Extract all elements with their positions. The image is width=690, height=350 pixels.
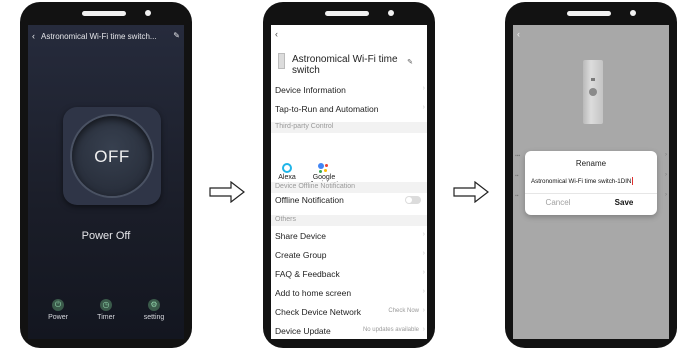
bottom-nav: ⏻ Power ◷ Timer ⚙ setting xyxy=(28,299,184,329)
product-led xyxy=(591,78,595,81)
update-status-value: No updates available xyxy=(362,327,419,333)
menu-label: FAQ & Feedback xyxy=(275,269,340,279)
menu-check-network[interactable]: Check Device Network Check Now › xyxy=(271,303,427,321)
settings-screen: ‹ Astronomical Wi-Fi time switch ✎ Devic… xyxy=(271,25,427,339)
google-assistant-icon xyxy=(318,163,330,173)
chevron-right-icon: › xyxy=(422,85,425,92)
menu-label: Add to home screen xyxy=(275,288,352,298)
chevron-right-icon: › xyxy=(422,307,425,314)
power-icon: ⏻ xyxy=(52,299,64,311)
phone-1-power-screen: ‹ Astronomical Wi-Fi time switch... ✎ OF… xyxy=(20,2,192,348)
menu-label: Create Group xyxy=(275,250,327,260)
menu-add-home-screen[interactable]: Add to home screen › xyxy=(271,284,427,302)
dimmed-row: ▪▪▪ xyxy=(515,153,521,159)
nav-power-label: Power xyxy=(48,314,68,321)
chevron-right-icon: › xyxy=(422,288,425,295)
alexa-label: Alexa xyxy=(278,174,296,181)
section-label: Third-party Control xyxy=(275,123,334,130)
product-image xyxy=(583,60,603,124)
menu-label: Device Update xyxy=(275,326,331,336)
offline-notification-toggle[interactable] xyxy=(405,196,421,204)
device-name: Astronomical Wi-Fi time switch xyxy=(292,54,398,76)
nav-setting[interactable]: ⚙ setting xyxy=(129,299,179,321)
pencil-icon[interactable]: ✎ xyxy=(407,58,413,66)
product-knob xyxy=(589,88,597,96)
rename-screen: ‹ ▪▪▪ › ▪▪ › ▪▪ › Rename Astronomical Wi… xyxy=(513,25,669,339)
rename-input-value: Astronomical Wi-Fi time switch-1DIN xyxy=(531,178,632,185)
nav-timer-label: Timer xyxy=(97,314,115,321)
offline-notification-row: Offline Notification xyxy=(271,191,427,209)
front-camera xyxy=(145,10,151,16)
power-tile: OFF xyxy=(63,107,161,205)
chevron-right-icon: › xyxy=(422,326,425,333)
pencil-icon[interactable]: ✎ xyxy=(173,31,180,40)
speaker-grille xyxy=(325,11,369,16)
arrow-right-icon xyxy=(209,181,245,203)
section-label: Others xyxy=(275,216,297,223)
menu-label: Device Information xyxy=(275,85,346,95)
section-label: Device Offline Notification xyxy=(275,183,356,190)
menu-label: Offline Notification xyxy=(275,195,344,205)
chevron-right-icon: › xyxy=(422,104,425,111)
front-camera xyxy=(388,10,394,16)
power-toggle-button[interactable]: OFF xyxy=(72,116,152,196)
chevron-right-icon: › xyxy=(422,231,425,238)
chevron-right-icon: › xyxy=(422,250,425,257)
nav-setting-label: setting xyxy=(143,314,165,321)
dialog-title: Rename xyxy=(575,159,607,168)
dimmed-row: ▪▪ xyxy=(515,193,519,199)
cancel-button[interactable]: Cancel xyxy=(525,198,591,207)
nav-timer[interactable]: ◷ Timer xyxy=(81,299,131,321)
menu-faq[interactable]: FAQ & Feedback › xyxy=(271,265,427,283)
chevron-left-icon[interactable]: ‹ xyxy=(275,29,278,39)
menu-device-information[interactable]: Device Information › xyxy=(271,81,427,99)
menu-share-device[interactable]: Share Device › xyxy=(271,227,427,245)
chevron-right-icon: › xyxy=(422,269,425,276)
device-name-row[interactable]: Astronomical Wi-Fi time switch ✎ xyxy=(275,47,423,77)
speaker-grille xyxy=(82,11,126,16)
power-screen: ‹ Astronomical Wi-Fi time switch... ✎ OF… xyxy=(28,25,184,339)
settings-icon: ⚙ xyxy=(148,299,160,311)
check-now-value: Check Now xyxy=(388,308,419,314)
section-third-party: Third-party Control xyxy=(271,122,427,133)
menu-create-group[interactable]: Create Group › xyxy=(271,246,427,264)
menu-label: Tap-to-Run and Automation xyxy=(275,104,379,114)
section-others: Others xyxy=(271,215,427,226)
chevron-left-icon[interactable]: ‹ xyxy=(517,29,520,39)
alexa-button[interactable]: Alexa xyxy=(275,163,299,181)
app-header: ‹ Astronomical Wi-Fi time switch... ✎ xyxy=(32,31,180,45)
dialog-divider xyxy=(525,193,657,194)
dimmed-row: ▪▪ xyxy=(515,173,519,179)
text-caret xyxy=(632,177,634,186)
phone-3-rename-screen: ‹ ▪▪▪ › ▪▪ › ▪▪ › Rename Astronomical Wi… xyxy=(505,2,677,348)
rename-dialog: Rename Astronomical Wi-Fi time switch-1D… xyxy=(525,151,657,215)
save-button[interactable]: Save xyxy=(591,198,657,207)
device-title: Astronomical Wi-Fi time switch... xyxy=(41,32,157,41)
menu-device-update[interactable]: Device Update No updates available › xyxy=(271,322,427,339)
alexa-icon xyxy=(282,163,292,173)
menu-label: Check Device Network xyxy=(275,307,361,317)
device-thumbnail xyxy=(278,53,285,69)
speaker-grille xyxy=(567,11,611,16)
timer-icon: ◷ xyxy=(100,299,112,311)
nav-power[interactable]: ⏻ Power xyxy=(33,299,83,321)
chevron-left-icon[interactable]: ‹ xyxy=(32,31,35,41)
arrow-right-icon xyxy=(453,181,489,203)
rename-input[interactable]: Astronomical Wi-Fi time switch-1DIN xyxy=(531,176,651,188)
front-camera xyxy=(630,10,636,16)
power-status-text: Power Off xyxy=(81,230,131,242)
phone-2-settings-screen: ‹ Astronomical Wi-Fi time switch ✎ Devic… xyxy=(263,2,435,348)
chevron-right-icon: › xyxy=(665,192,667,198)
menu-tap-to-run[interactable]: Tap-to-Run and Automation › xyxy=(271,100,427,118)
chevron-right-icon: › xyxy=(665,152,667,158)
chevron-right-icon: › xyxy=(665,172,667,178)
menu-label: Share Device xyxy=(275,231,327,241)
power-button-label: OFF xyxy=(94,147,130,166)
